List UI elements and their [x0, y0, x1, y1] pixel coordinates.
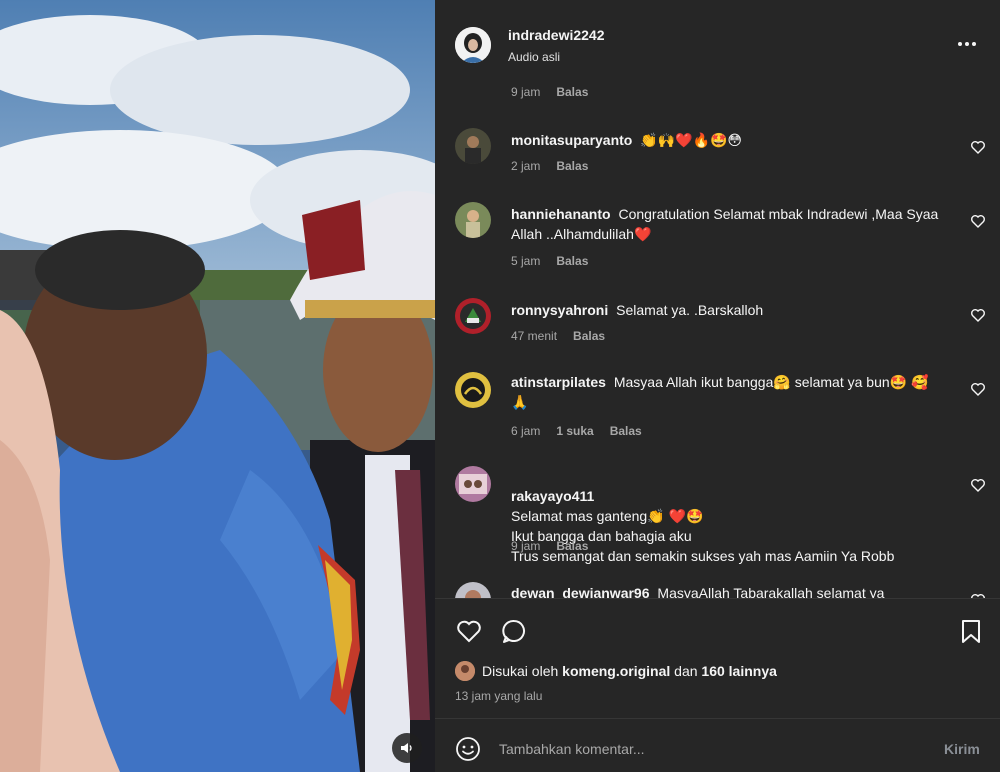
- comment-reply-button[interactable]: Balas: [556, 254, 588, 268]
- comment-text: MasyaAllah Tabarakallah selamat ya: [657, 585, 885, 598]
- comment-body: ronnysyahroni Selamat ya. .Barskalloh: [511, 300, 941, 320]
- audio-label[interactable]: Audio asli: [508, 50, 560, 64]
- comment-heart-icon[interactable]: [970, 477, 986, 493]
- comment-time: 6 jam: [511, 424, 541, 438]
- post-video[interactable]: [0, 0, 435, 772]
- commenter-avatar-image: [455, 466, 491, 502]
- comment-bubble-icon[interactable]: [500, 617, 528, 645]
- caption-meta: 9 jam Balas: [511, 85, 604, 99]
- more-dot: [965, 42, 969, 46]
- commenter-avatar[interactable]: [455, 298, 491, 334]
- comment-time: 5 jam: [511, 254, 541, 268]
- comment-reply-button[interactable]: Balas: [573, 329, 605, 343]
- liked-by-user[interactable]: komeng.original: [562, 663, 670, 679]
- comment-heart-icon[interactable]: [970, 139, 986, 155]
- comment-username[interactable]: rakayayo411: [511, 488, 594, 504]
- liked-by-summary[interactable]: Disukai oleh komeng.original dan 160 lai…: [455, 661, 777, 681]
- comment-heart-icon[interactable]: [970, 213, 986, 229]
- commenter-avatar-image: [455, 582, 491, 598]
- comment-username[interactable]: dewan_dewianwar96: [511, 585, 650, 598]
- mute-button[interactable]: [392, 733, 422, 763]
- commenter-avatar[interactable]: [455, 466, 491, 502]
- comment-time: 9 jam: [511, 539, 541, 553]
- bookmark-icon[interactable]: [957, 617, 985, 645]
- more-dot: [972, 42, 976, 46]
- author-username[interactable]: indradewi2242: [508, 27, 605, 43]
- liker-avatar-image: [455, 661, 475, 681]
- comment-body: monitasuparyanto 👏🙌❤️🔥🤩😳: [511, 130, 941, 150]
- more-horizontal-icon: [958, 42, 962, 46]
- commenter-avatar[interactable]: [455, 128, 491, 164]
- heart-icon[interactable]: [455, 617, 483, 645]
- comment-text: 👏🙌❤️🔥🤩😳: [640, 132, 743, 148]
- comment-like-count[interactable]: 1 suka: [556, 424, 593, 438]
- speaker-icon: [401, 743, 412, 753]
- video-frame-illustration: [0, 0, 435, 772]
- author-avatar[interactable]: [455, 27, 491, 63]
- comment-time: 47 menit: [511, 329, 558, 343]
- liked-by-and: dan: [674, 663, 698, 679]
- commenter-avatar[interactable]: [455, 582, 491, 598]
- comment-reply-button[interactable]: Balas: [556, 159, 588, 173]
- comment-text: Selamat ya. .Barskalloh: [616, 302, 764, 318]
- comment-heart-icon[interactable]: [970, 381, 986, 397]
- comment-meta: 6 jam 1 suka Balas: [511, 424, 658, 438]
- post-time-ago[interactable]: 13 jam yang lalu: [455, 689, 542, 703]
- post-actions: Disukai oleh komeng.original dan 160 lai…: [435, 598, 1000, 718]
- liked-by-prefix: Disukai oleh: [482, 663, 559, 679]
- comment-time: 2 jam: [511, 159, 541, 173]
- comment-meta: 9 jam Balas: [511, 539, 604, 553]
- author-avatar-image: [455, 27, 491, 63]
- comment-composer: Kirim: [435, 718, 1000, 772]
- comment-meta: 47 menit Balas: [511, 329, 621, 343]
- comment-username[interactable]: ronnysyahroni: [511, 302, 608, 318]
- comment-input[interactable]: [499, 735, 919, 763]
- comment-username[interactable]: hanniehananto: [511, 206, 611, 222]
- commenter-avatar-image: [455, 298, 491, 334]
- liker-avatar: [455, 661, 475, 681]
- commenter-avatar[interactable]: [455, 202, 491, 238]
- comment-meta: 5 jam Balas: [511, 254, 604, 268]
- comment-username[interactable]: atinstarpilates: [511, 374, 606, 390]
- commenter-avatar-image: [455, 128, 491, 164]
- comment-meta: 2 jam Balas: [511, 159, 604, 173]
- caption-reply-button[interactable]: Balas: [556, 85, 588, 99]
- comment-reply-button[interactable]: Balas: [610, 424, 642, 438]
- commenter-avatar-image: [455, 372, 491, 408]
- comment-body: hanniehananto Congratulation Selamat mba…: [511, 204, 941, 244]
- comment-body: dewan_dewianwar96 MasyaAllah Tabarakalla…: [511, 583, 941, 598]
- commenter-avatar-image: [455, 202, 491, 238]
- caption-time: 9 jam: [511, 85, 541, 99]
- commenter-avatar[interactable]: [455, 372, 491, 408]
- liked-by-others[interactable]: 160 lainnya: [701, 663, 777, 679]
- comment-reply-button[interactable]: Balas: [556, 539, 588, 553]
- comment-body: atinstarpilates Masyaa Allah ikut bangga…: [511, 372, 941, 412]
- more-options-button[interactable]: [953, 30, 981, 58]
- comment-username[interactable]: monitasuparyanto: [511, 132, 632, 148]
- smiley-icon[interactable]: [455, 736, 481, 762]
- comment-text: Selamat mas ganteng👏 ❤️🤩 Ikut bangga dan…: [511, 508, 895, 564]
- post-header: indradewi2242 Audio asli: [435, 0, 1000, 80]
- post-side-panel: indradewi2242 Audio asli 9 jam Balas moni…: [435, 0, 1000, 772]
- comments-list[interactable]: 9 jam Balas monitasuparyanto 👏🙌❤️🔥🤩😳 2 ja…: [435, 80, 1000, 598]
- post-comment-button[interactable]: Kirim: [944, 741, 980, 757]
- comment-heart-icon[interactable]: [970, 307, 986, 323]
